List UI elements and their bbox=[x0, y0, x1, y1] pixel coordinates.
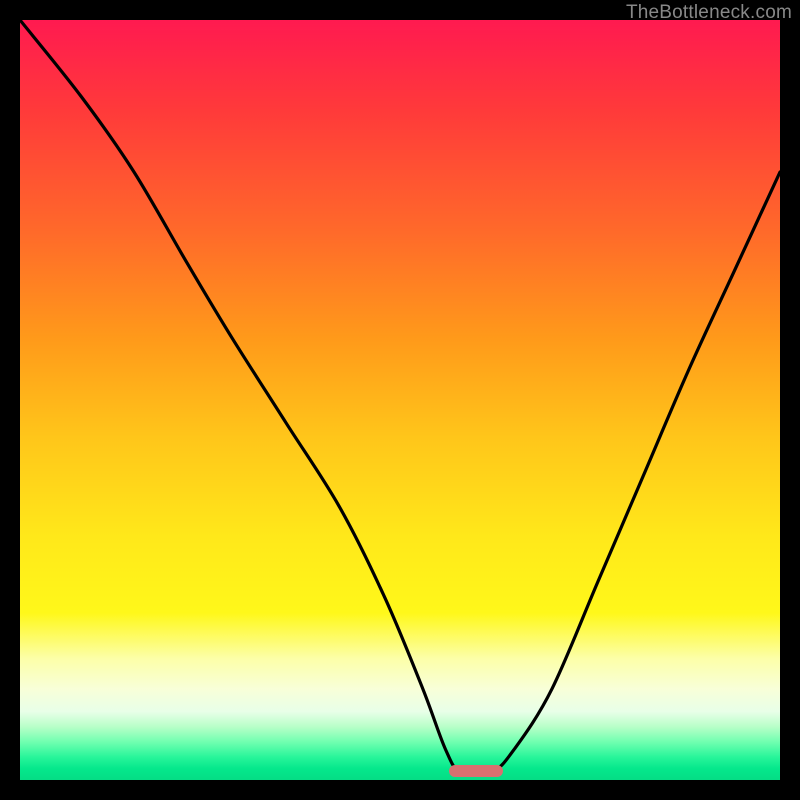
optimal-marker bbox=[449, 765, 502, 777]
bottleneck-curve bbox=[20, 20, 780, 780]
chart-frame: TheBottleneck.com bbox=[0, 0, 800, 800]
plot-area bbox=[20, 20, 780, 780]
